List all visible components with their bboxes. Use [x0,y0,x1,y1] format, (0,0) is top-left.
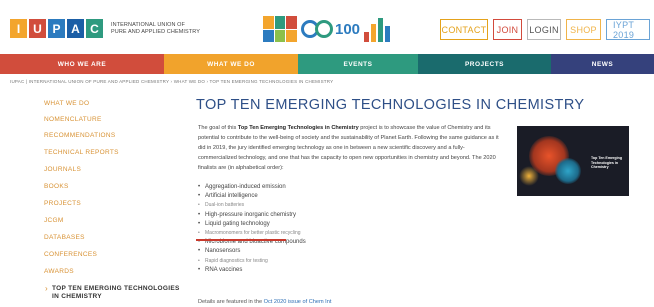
logo-line-2: PURE AND APPLIED CHEMISTRY [111,28,200,35]
sidebar-item-awards[interactable]: AWARDS [44,268,74,275]
sidebar-item-journals[interactable]: JOURNALS [44,166,81,173]
main-navigation: WHO WE ARE WHAT WE DO EVENTS PROJECTS NE… [0,54,654,74]
chemistry-bars-icon[interactable] [364,16,394,42]
cover-line-3: Chemistry [591,165,609,170]
report-cover-image[interactable]: Top Ten Emerging Technologies in Chemist… [517,126,629,196]
header-buttons: CONTACT JOIN LOGIN SHOP IYPT 2019 [440,19,650,40]
sidebar-item-databases[interactable]: DATABASES [44,234,85,241]
nav-who-we-are[interactable]: WHO WE ARE [0,54,164,74]
anniversary-badges: 100 [263,16,394,42]
site-header: I U P A C INTERNATIONAL UNION OF PURE AN… [0,0,654,54]
list-item: Macromonomers for better plastic recycli… [198,229,458,238]
nav-news[interactable]: NEWS [551,54,654,74]
sidebar-item-technical-reports[interactable]: TECHNICAL REPORTS [44,149,119,156]
intro-project-name: Top Ten Emerging Technologies in Chemist… [237,125,359,131]
finalists-list: Aggregation-induced emission Artificial … [198,183,458,275]
nav-what-we-do[interactable]: WHAT WE DO [164,54,298,74]
login-button[interactable]: LOGIN [527,19,561,40]
sidebar-item-nomenclature[interactable]: NOMENCLATURE [44,116,102,123]
cover-line-1: Top Ten Emerging [591,156,623,160]
list-item: Artificial intelligence [198,192,458,201]
periodic-table-mosaic-icon[interactable] [263,16,297,42]
shop-button[interactable]: SHOP [566,19,601,40]
contact-button[interactable]: CONTACT [440,19,488,40]
intro-text-1: The goal of this [198,125,238,131]
logo-letter-p: P [48,19,65,38]
cover-title: Top Ten Emerging Technologies in Chemist… [591,156,627,170]
sidebar-item-projects[interactable]: PROJECTS [44,200,81,207]
join-button[interactable]: JOIN [493,19,522,40]
sidebar-item-books[interactable]: BOOKS [44,183,69,190]
intro-text-2: project is to showcase the value of Chem… [198,125,499,171]
list-item: RNA vaccines [198,266,458,275]
sidebar-item-top-ten[interactable]: TOP TEN EMERGING TECHNOLOGIES IN CHEMIST… [52,285,180,301]
details-text: Details are featured in the [198,299,264,305]
ring-icon [315,20,333,38]
sidebar-item-what-we-do[interactable]: WHAT WE DO [44,100,89,107]
cover-glow-blue [555,158,581,184]
iypt-button[interactable]: IYPT 2019 [606,19,650,40]
badge-100-text: 100 [335,20,361,38]
sidebar-active-line-1: TOP TEN EMERGING TECHNOLOGIES [52,285,180,292]
iupac-logo[interactable]: I U P A C INTERNATIONAL UNION OF PURE AN… [10,19,200,38]
sidebar: WHAT WE DO NOMENCLATURE RECOMMENDATIONS … [0,88,190,307]
list-item: Liquid gating technology [198,220,458,229]
list-item: Rapid diagnostics for testing [198,257,458,266]
list-item: High-pressure inorganic chemistry [198,211,458,220]
chem-int-link[interactable]: Oct 2020 issue of Chem Int [264,299,332,305]
cover-glow-yellow [519,166,539,186]
page-title: TOP TEN EMERGING TECHNOLOGIES IN CHEMIST… [196,97,585,113]
list-item: Nanosensors [198,247,458,256]
sidebar-item-conferences[interactable]: CONFERENCES [44,251,97,258]
logo-letter-c: C [86,19,103,38]
sidebar-item-jcgm[interactable]: JCGM [44,217,64,224]
highlight-underline [196,239,286,241]
list-item: Dual-ion batteries [198,201,458,210]
list-item: Aggregation-induced emission [198,183,458,192]
iupac-100-badge[interactable]: 100 [301,16,360,42]
logo-wordmark: INTERNATIONAL UNION OF PURE AND APPLIED … [111,22,200,35]
active-arrow-icon: › [45,284,48,293]
breadcrumb[interactable]: IUPAC | INTERNATIONAL UNION OF PURE AND … [10,79,333,84]
sidebar-item-recommendations[interactable]: RECOMMENDATIONS [44,132,116,139]
logo-letter-a: A [67,19,84,38]
nav-events[interactable]: EVENTS [298,54,418,74]
sidebar-active-line-2: IN CHEMISTRY [52,293,102,300]
logo-letter-i: I [10,19,27,38]
nav-projects[interactable]: PROJECTS [418,54,551,74]
intro-paragraph: The goal of this Top Ten Emerging Techno… [198,123,502,173]
logo-letter-u: U [29,19,46,38]
details-line: Details are featured in the Oct 2020 iss… [198,299,331,305]
